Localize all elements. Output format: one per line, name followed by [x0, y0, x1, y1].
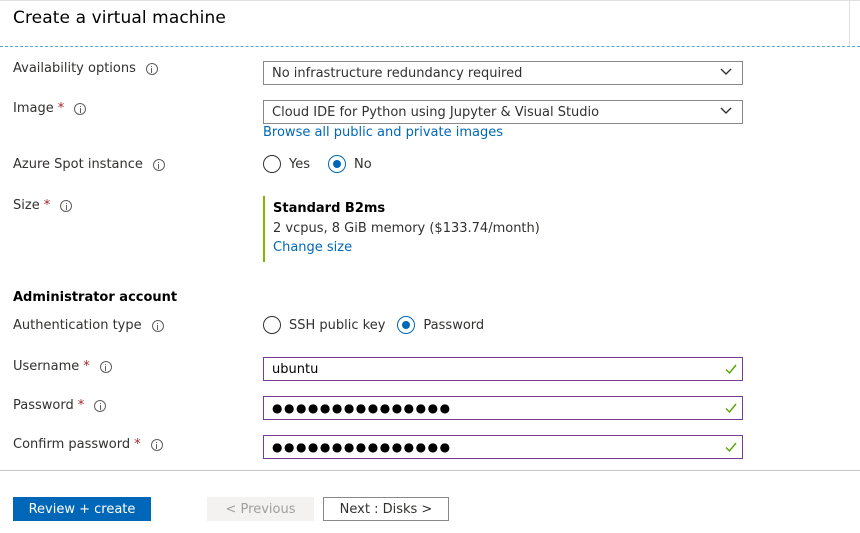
- availability-select[interactable]: No infrastructure redundancy required: [263, 61, 743, 85]
- chevron-down-icon: [720, 68, 732, 75]
- size-summary: Standard B2ms 2 vcpus, 8 GiB memory ($13…: [263, 196, 563, 262]
- password-label-row: Password *: [13, 398, 107, 413]
- info-icon[interactable]: [74, 102, 87, 115]
- spot-label-row: Azure Spot instance: [13, 157, 165, 172]
- frame-right-line: [849, 0, 850, 46]
- image-label-row: Image *: [13, 101, 87, 116]
- spot-label: Azure Spot instance: [13, 157, 143, 172]
- required-mark: *: [83, 359, 90, 374]
- confirm-label-row: Confirm password *: [13, 437, 163, 452]
- info-icon[interactable]: [150, 438, 163, 451]
- ssh-key-radio[interactable]: [263, 316, 281, 334]
- spot-no-radio[interactable]: [328, 155, 346, 173]
- required-mark: *: [77, 398, 85, 413]
- chevron-down-icon: [720, 107, 732, 114]
- auth-label-row: Authentication type: [13, 318, 164, 333]
- password-input[interactable]: ●●●●●●●●●●●●●●●: [263, 396, 743, 420]
- size-description: 2 vcpus, 8 GiB memory ($133.74/month): [273, 221, 540, 236]
- info-icon[interactable]: [94, 399, 107, 412]
- availability-label-row: Availability options: [13, 61, 158, 76]
- spot-yes-radio[interactable]: [263, 155, 281, 173]
- password-radio-label[interactable]: Password: [423, 318, 484, 333]
- info-icon[interactable]: [151, 319, 164, 332]
- confirm-password-input[interactable]: ●●●●●●●●●●●●●●●: [263, 435, 743, 459]
- availability-label: Availability options: [13, 61, 136, 76]
- required-mark: *: [134, 437, 141, 452]
- checkmark-icon: [725, 442, 737, 453]
- image-value: Cloud IDE for Python using Jupyter & Vis…: [272, 104, 600, 120]
- ssh-key-label[interactable]: SSH public key: [289, 318, 385, 333]
- availability-value: No infrastructure redundancy required: [272, 65, 523, 81]
- required-mark: *: [57, 101, 65, 116]
- required-mark: *: [43, 198, 51, 213]
- size-name: Standard B2ms: [273, 201, 386, 216]
- username-input[interactable]: ubuntu: [263, 357, 743, 381]
- username-label: Username: [13, 359, 80, 374]
- size-label-row: Size *: [13, 198, 73, 213]
- confirm-password-value: ●●●●●●●●●●●●●●●: [272, 440, 452, 454]
- image-select[interactable]: Cloud IDE for Python using Jupyter & Vis…: [263, 100, 743, 124]
- confirm-password-label: Confirm password: [13, 437, 131, 452]
- browse-images-link[interactable]: Browse all public and private images: [263, 125, 503, 140]
- info-icon[interactable]: [60, 199, 73, 212]
- auth-radio-group: SSH public key Password: [263, 316, 502, 334]
- frame-top-line: [0, 0, 860, 1]
- password-label: Password: [13, 398, 74, 413]
- review-create-button[interactable]: Review + create: [13, 497, 151, 521]
- username-value: ubuntu: [272, 361, 319, 377]
- checkmark-icon: [725, 364, 737, 375]
- spot-radio-group: Yes No: [263, 155, 390, 173]
- next-disks-button[interactable]: Next : Disks >: [323, 497, 449, 521]
- password-value: ●●●●●●●●●●●●●●●: [272, 401, 452, 415]
- spot-no-label[interactable]: No: [354, 157, 372, 172]
- header-divider: [0, 46, 860, 47]
- checkmark-icon: [725, 403, 737, 414]
- image-label: Image: [13, 101, 54, 116]
- info-icon[interactable]: [99, 360, 112, 373]
- info-icon[interactable]: [152, 158, 165, 171]
- size-label: Size: [13, 198, 40, 213]
- previous-button[interactable]: < Previous: [207, 497, 314, 521]
- username-label-row: Username *: [13, 359, 112, 374]
- admin-section-title: Administrator account: [13, 290, 178, 305]
- auth-label: Authentication type: [13, 318, 142, 333]
- info-icon[interactable]: [145, 62, 158, 75]
- change-size-link[interactable]: Change size: [273, 240, 352, 255]
- spot-yes-label[interactable]: Yes: [289, 157, 310, 172]
- password-radio[interactable]: [397, 316, 416, 334]
- page-title: Create a virtual machine: [13, 8, 226, 28]
- footer-divider: [0, 470, 860, 471]
